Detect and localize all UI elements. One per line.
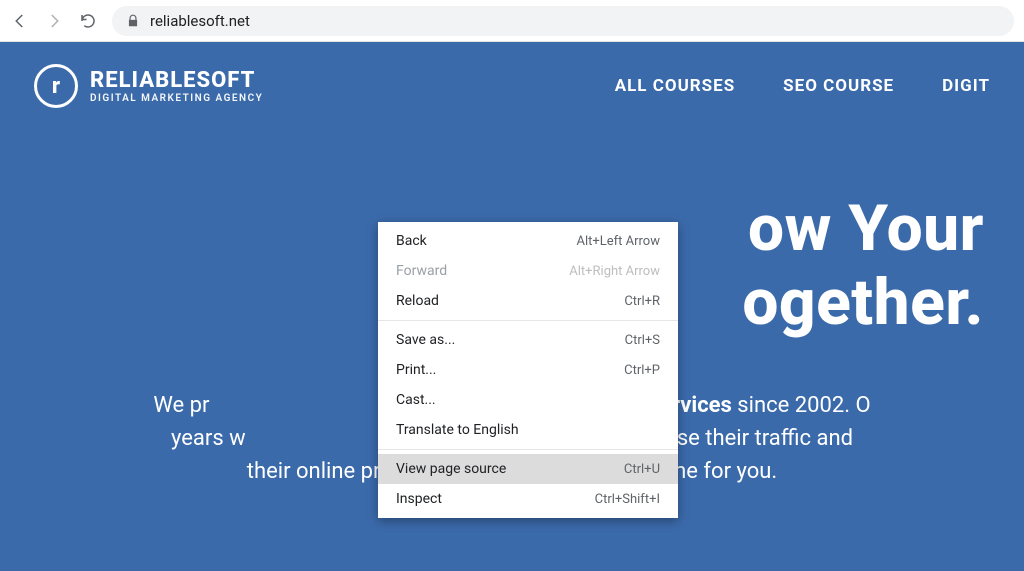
logo-mark: r [34,64,78,108]
ctx-shortcut: Ctrl+R [624,294,660,309]
ctx-save-as[interactable]: Save as... Ctrl+S [378,325,678,355]
brand-tagline: DIGITAL MARKETING AGENCY [90,93,263,104]
ctx-shortcut: Ctrl+U [624,462,660,477]
ctx-shortcut: Ctrl+S [625,333,660,348]
reload-icon [79,12,97,30]
ctx-label: Reload [396,293,439,309]
ctx-reload[interactable]: Reload Ctrl+R [378,286,678,316]
ctx-shortcut: Ctrl+Shift+I [595,492,660,507]
nav-digital[interactable]: DIGIT [942,76,990,96]
address-bar[interactable]: reliablesoft.net [112,6,1014,36]
ctx-shortcut: Alt+Left Arrow [576,234,660,249]
ctx-label: Inspect [396,491,442,507]
ctx-cast[interactable]: Cast... [378,385,678,415]
ctx-label: View page source [396,461,506,477]
ctx-label: Cast... [396,392,436,408]
ctx-view-source[interactable]: View page source Ctrl+U [378,454,678,484]
ctx-label: Back [396,233,427,249]
ctx-label: Save as... [396,332,455,348]
ctx-label: Forward [396,263,447,279]
ctx-shortcut: Ctrl+P [624,363,660,378]
nav-all-courses[interactable]: ALL COURSES [615,76,735,96]
reload-button[interactable] [78,11,98,31]
ctx-separator [378,320,678,321]
browser-toolbar: reliablesoft.net [0,0,1024,42]
site-header: r RELIABLESOFT DIGITAL MARKETING AGENCY … [0,42,1024,108]
ctx-print[interactable]: Print... Ctrl+P [378,355,678,385]
nav-seo-course[interactable]: SEO COURSE [783,76,894,96]
ctx-translate[interactable]: Translate to English [378,415,678,445]
context-menu: Back Alt+Left Arrow Forward Alt+Right Ar… [378,222,678,518]
ctx-shortcut: Alt+Right Arrow [569,264,660,279]
ctx-label: Translate to English [396,422,519,438]
ctx-separator [378,449,678,450]
forward-button[interactable] [44,11,64,31]
ctx-forward: Forward Alt+Right Arrow [378,256,678,286]
back-button[interactable] [10,11,30,31]
ctx-back[interactable]: Back Alt+Left Arrow [378,226,678,256]
arrow-left-icon [11,12,29,30]
webpage-content: r RELIABLESOFT DIGITAL MARKETING AGENCY … [0,42,1024,571]
top-nav: ALL COURSES SEO COURSE DIGIT [615,76,990,96]
lock-icon [126,14,140,28]
brand-name: RELIABLESOFT [90,68,263,93]
arrow-right-icon [45,12,63,30]
ctx-label: Print... [396,362,436,378]
ctx-inspect[interactable]: Inspect Ctrl+Shift+I [378,484,678,514]
site-logo[interactable]: r RELIABLESOFT DIGITAL MARKETING AGENCY [34,64,263,108]
url-text: reliablesoft.net [150,12,250,30]
